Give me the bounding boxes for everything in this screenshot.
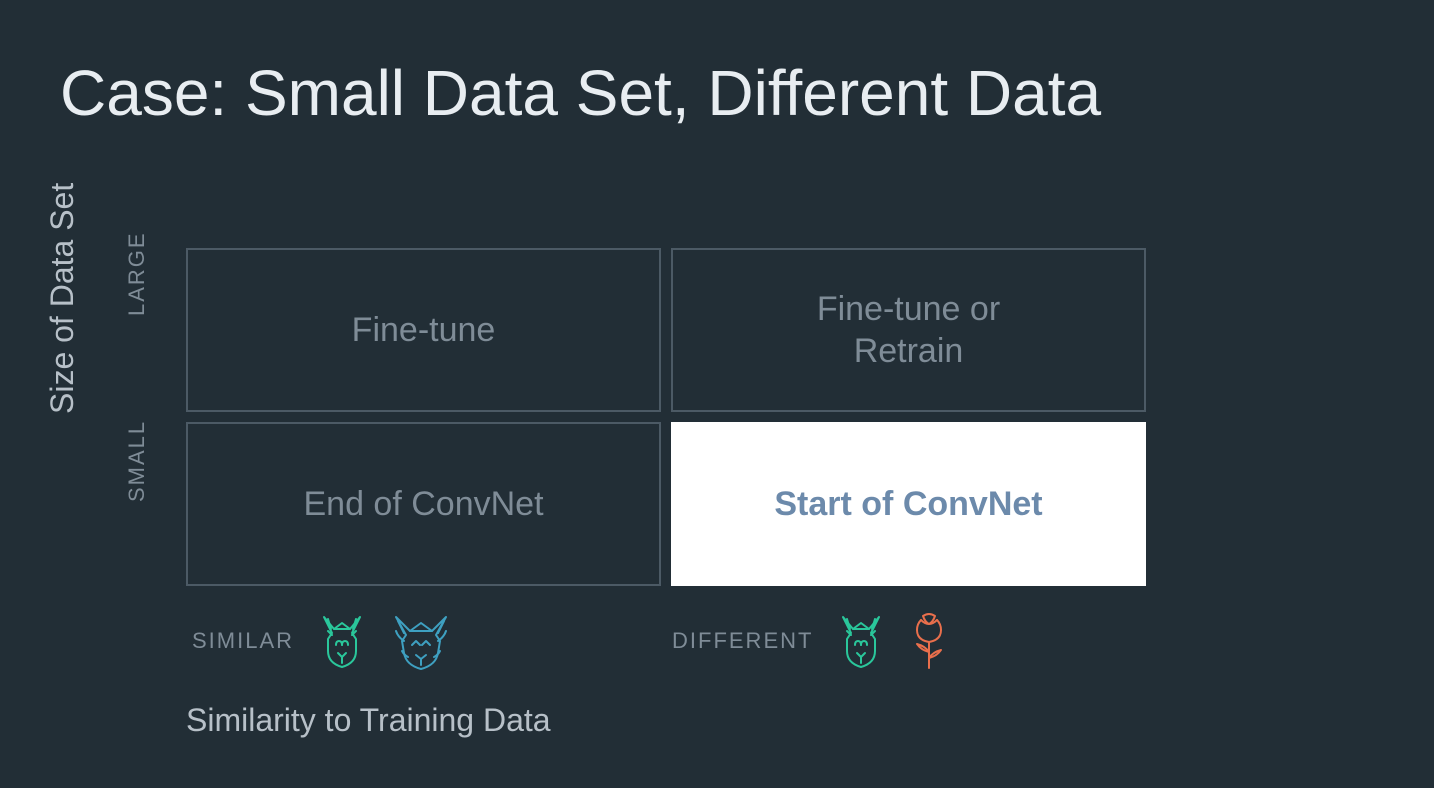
x-axis-label: Similarity to Training Data <box>186 702 551 739</box>
x-ticks-row: SIMILAR <box>186 610 1146 672</box>
slide-title: Case: Small Data Set, Different Data <box>60 56 1101 130</box>
dog-icon <box>833 611 889 671</box>
y-tick-small: SMALL <box>124 420 150 502</box>
matrix-grid: Fine-tune Fine-tune orRetrain End of Con… <box>186 248 1146 596</box>
y-axis-label: Size of Data Set <box>44 183 81 414</box>
similar-icons <box>314 611 452 671</box>
cell-large-similar: Fine-tune <box>186 248 661 412</box>
rose-icon <box>909 610 949 672</box>
wolf-icon <box>390 611 452 671</box>
y-tick-large: LARGE <box>124 231 150 316</box>
cell-large-different: Fine-tune orRetrain <box>671 248 1146 412</box>
dog-icon <box>314 611 370 671</box>
x-tick-similar: SIMILAR <box>186 610 666 672</box>
x-tick-label-different: DIFFERENT <box>672 628 813 654</box>
grid-row-small: End of ConvNet Start of ConvNet <box>186 422 1146 586</box>
grid-row-large: Fine-tune Fine-tune orRetrain <box>186 248 1146 412</box>
cell-small-similar: End of ConvNet <box>186 422 661 586</box>
different-icons <box>833 610 949 672</box>
x-tick-label-similar: SIMILAR <box>192 628 294 654</box>
x-tick-different: DIFFERENT <box>666 610 1146 672</box>
cell-small-different: Start of ConvNet <box>671 422 1146 586</box>
